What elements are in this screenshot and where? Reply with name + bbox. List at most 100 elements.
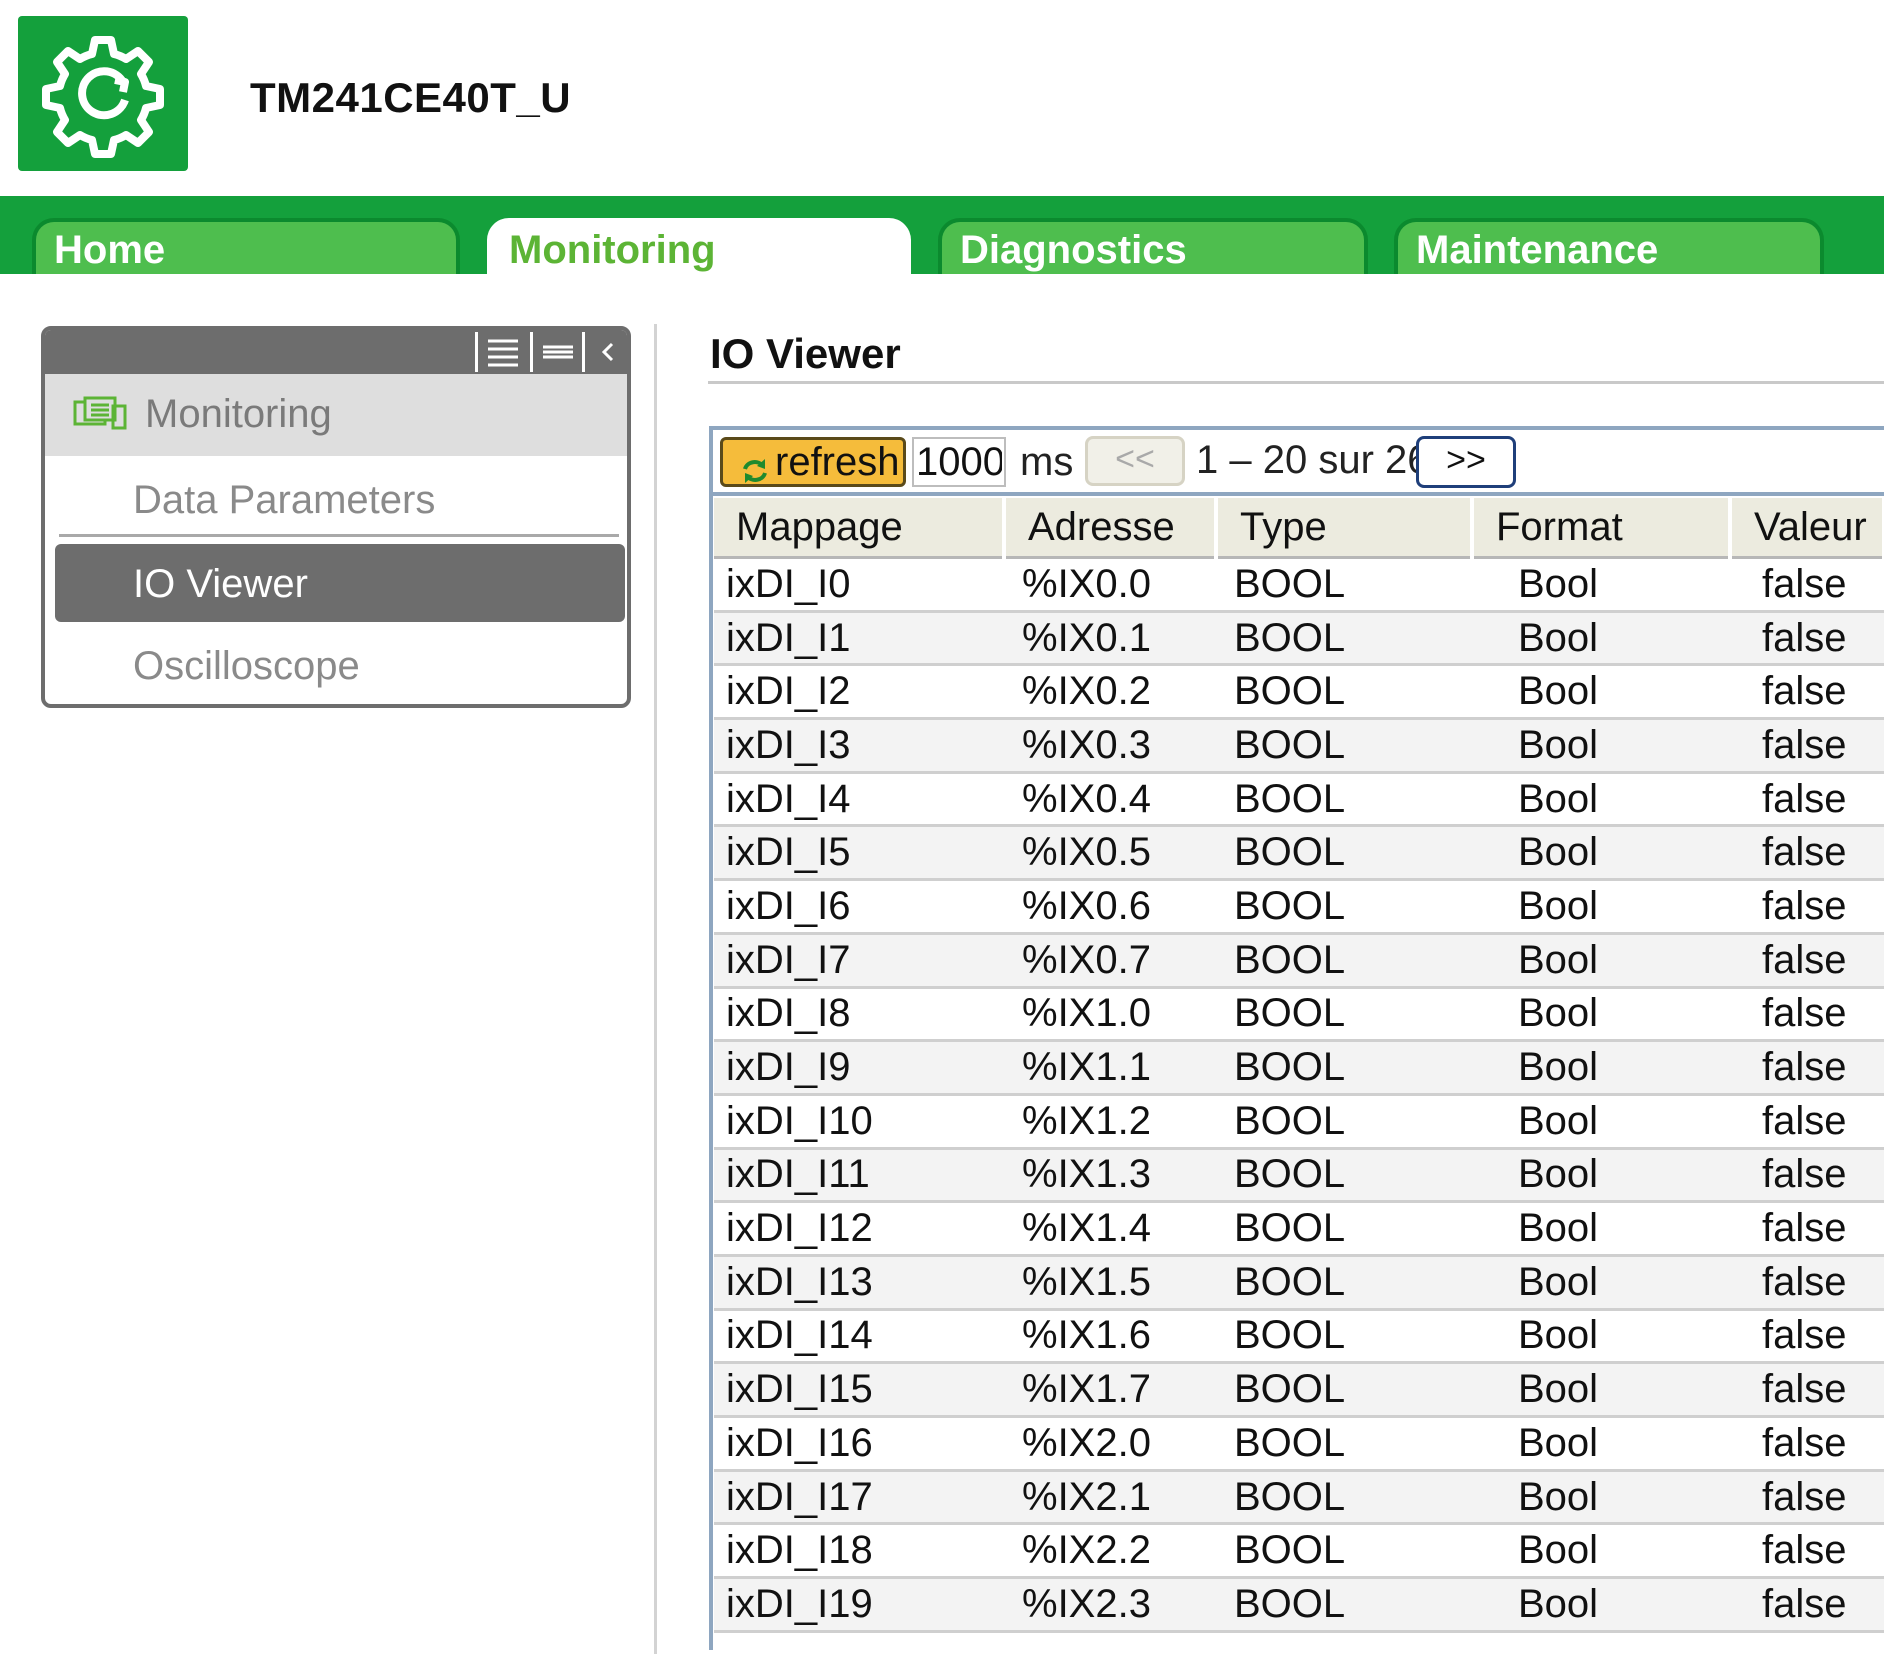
cell-adresse: %IX1.1	[1004, 1040, 1216, 1096]
cell-type: BOOL	[1216, 1309, 1472, 1365]
tab-diagnostics-label: Diagnostics	[960, 228, 1187, 272]
collapse-all-button[interactable]	[530, 332, 583, 372]
table-row[interactable]: ixDI_I7 %IX0.7 BOOL Bool false	[714, 933, 1884, 989]
table-row[interactable]: ixDI_I15 %IX1.7 BOOL Bool false	[714, 1362, 1884, 1418]
cell-mappage: ixDI_I17	[714, 1470, 1004, 1526]
cell-valeur: false	[1730, 1309, 1884, 1365]
cell-format: Bool	[1472, 718, 1730, 774]
cell-mappage: ixDI_I11	[714, 1148, 1004, 1204]
sidebar-section-monitoring[interactable]: Monitoring	[45, 374, 627, 456]
io-table-body: ixDI_I0 %IX0.0 BOOL Bool false ixDI_I1 %IX0.1 B…	[714, 557, 1884, 1633]
cell-type: BOOL	[1216, 611, 1472, 667]
collapse-sidebar-button[interactable]	[582, 332, 627, 372]
cell-adresse: %IX0.1	[1004, 611, 1216, 667]
cell-format: Bool	[1472, 1040, 1730, 1096]
sidebar: Monitoring Data Parameters IO Viewer Osc…	[41, 326, 631, 708]
refresh-button[interactable]: refresh	[720, 437, 906, 487]
cell-format: Bool	[1472, 1416, 1730, 1472]
cell-format: Bool	[1472, 879, 1730, 935]
sidebar-section-label: Monitoring	[145, 392, 332, 436]
cell-adresse: %IX2.1	[1004, 1470, 1216, 1526]
cell-type: BOOL	[1216, 1255, 1472, 1311]
cell-valeur: false	[1730, 1255, 1884, 1311]
table-row[interactable]: ixDI_I9 %IX1.1 BOOL Bool false	[714, 1040, 1884, 1096]
column-header-adresse[interactable]: Adresse	[1004, 498, 1218, 559]
tab-home-label: Home	[54, 228, 166, 272]
table-row[interactable]: ixDI_I2 %IX0.2 BOOL Bool false	[714, 664, 1884, 721]
table-row[interactable]: ixDI_I8 %IX1.0 BOOL Bool false	[714, 987, 1884, 1043]
table-row[interactable]: ixDI_I0 %IX0.0 BOOL Bool false	[714, 557, 1884, 613]
cell-adresse: %IX1.5	[1004, 1255, 1216, 1311]
cell-format: Bool	[1472, 825, 1730, 882]
main-nav: Home Monitoring Diagnostics Maintenance	[0, 196, 1884, 274]
cell-type: BOOL	[1216, 1040, 1472, 1096]
cell-mappage: ixDI_I1	[714, 611, 1004, 667]
cell-mappage: ixDI_I19	[714, 1577, 1004, 1633]
content-divider	[654, 324, 657, 1654]
table-row[interactable]: ixDI_I1 %IX0.1 BOOL Bool false	[714, 611, 1884, 667]
refresh-interval-input[interactable]	[912, 437, 1006, 487]
tab-monitoring[interactable]: Monitoring	[487, 218, 911, 274]
column-header-type[interactable]: Type	[1216, 498, 1474, 559]
sidebar-item-oscilloscope[interactable]: Oscilloscope	[45, 626, 627, 704]
cell-type: BOOL	[1216, 557, 1472, 613]
cell-type: BOOL	[1216, 1094, 1472, 1150]
toolbar-divider	[712, 492, 1884, 496]
cell-format: Bool	[1472, 933, 1730, 989]
collapse-all-icon	[543, 345, 573, 359]
schneider-logo	[18, 16, 188, 171]
cell-valeur: false	[1730, 1040, 1884, 1096]
cell-mappage: ixDI_I10	[714, 1094, 1004, 1150]
column-header-valeur[interactable]: Valeur	[1730, 498, 1886, 559]
table-row[interactable]: ixDI_I16 %IX2.0 BOOL Bool false	[714, 1416, 1884, 1472]
cell-valeur: false	[1730, 718, 1884, 774]
tab-home[interactable]: Home	[32, 218, 460, 274]
cell-adresse: %IX0.2	[1004, 664, 1216, 721]
cell-type: BOOL	[1216, 1362, 1472, 1418]
sidebar-item-io-viewer[interactable]: IO Viewer	[55, 544, 625, 622]
io-table: Mappage Adresse Type Format Valeur ixDI_…	[714, 498, 1886, 1633]
cell-format: Bool	[1472, 1362, 1730, 1418]
cell-type: BOOL	[1216, 1577, 1472, 1633]
table-row[interactable]: ixDI_I12 %IX1.4 BOOL Bool false	[714, 1201, 1884, 1257]
table-row[interactable]: ixDI_I17 %IX2.1 BOOL Bool false	[714, 1470, 1884, 1526]
sidebar-item-data-parameters[interactable]: Data Parameters	[45, 460, 627, 538]
cell-format: Bool	[1472, 772, 1730, 828]
table-row[interactable]: ixDI_I19 %IX2.3 BOOL Bool false	[714, 1577, 1884, 1633]
table-row[interactable]: ixDI_I13 %IX1.5 BOOL Bool false	[714, 1255, 1884, 1311]
expand-all-button[interactable]	[475, 332, 528, 372]
chevron-left-icon	[601, 342, 614, 362]
table-row[interactable]: ixDI_I18 %IX2.2 BOOL Bool false	[714, 1523, 1884, 1580]
table-row[interactable]: ixDI_I11 %IX1.3 BOOL Bool false	[714, 1148, 1884, 1204]
cell-type: BOOL	[1216, 664, 1472, 721]
table-row[interactable]: ixDI_I14 %IX1.6 BOOL Bool false	[714, 1309, 1884, 1365]
table-row[interactable]: ixDI_I6 %IX0.6 BOOL Bool false	[714, 879, 1884, 935]
column-header-format[interactable]: Format	[1472, 498, 1732, 559]
cell-mappage: ixDI_I6	[714, 879, 1004, 935]
cell-type: BOOL	[1216, 825, 1472, 882]
column-header-mappage[interactable]: Mappage	[714, 498, 1006, 559]
table-row[interactable]: ixDI_I4 %IX0.4 BOOL Bool false	[714, 772, 1884, 828]
cell-valeur: false	[1730, 1416, 1884, 1472]
cell-mappage: ixDI_I18	[714, 1523, 1004, 1580]
cell-adresse: %IX0.0	[1004, 557, 1216, 613]
expand-all-icon	[488, 339, 518, 367]
tab-maintenance[interactable]: Maintenance	[1394, 218, 1824, 274]
prev-page-button[interactable]: <<	[1085, 436, 1185, 486]
table-row[interactable]: ixDI_I5 %IX0.5 BOOL Bool false	[714, 825, 1884, 882]
next-page-button[interactable]: >>	[1416, 436, 1516, 488]
cell-mappage: ixDI_I7	[714, 933, 1004, 989]
cell-mappage: ixDI_I5	[714, 825, 1004, 882]
table-row[interactable]: ixDI_I10 %IX1.2 BOOL Bool false	[714, 1094, 1884, 1150]
table-row[interactable]: ixDI_I3 %IX0.3 BOOL Bool false	[714, 718, 1884, 774]
sidebar-divider	[59, 534, 619, 537]
cell-type: BOOL	[1216, 987, 1472, 1043]
cell-type: BOOL	[1216, 1470, 1472, 1526]
cell-format: Bool	[1472, 1201, 1730, 1257]
cell-mappage: ixDI_I14	[714, 1309, 1004, 1365]
sidebar-item-label: Data Parameters	[133, 478, 436, 522]
cell-valeur: false	[1730, 1201, 1884, 1257]
tab-diagnostics[interactable]: Diagnostics	[938, 218, 1368, 274]
cell-adresse: %IX0.3	[1004, 718, 1216, 774]
cell-mappage: ixDI_I4	[714, 772, 1004, 828]
